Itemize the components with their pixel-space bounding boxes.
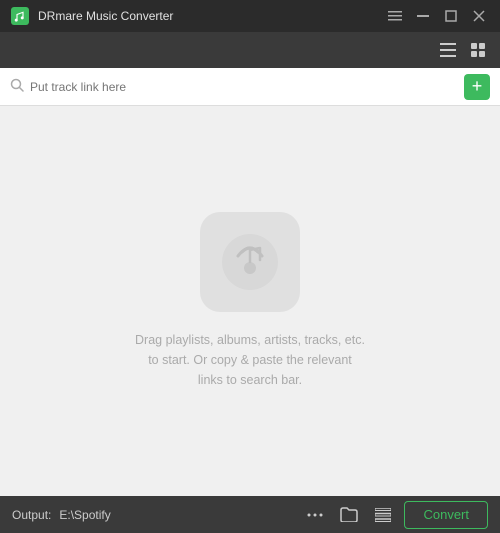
grid-icon[interactable] (466, 38, 490, 62)
folder-icon[interactable] (336, 502, 362, 528)
more-options-icon[interactable] (302, 502, 328, 528)
title-bar-controls (384, 5, 490, 27)
music-icon-box (200, 212, 300, 312)
bottom-bar: Output: E:\Spotify Convert (0, 496, 500, 533)
app-title: DRmare Music Converter (38, 9, 173, 23)
list-icon[interactable] (370, 502, 396, 528)
search-icon (10, 78, 24, 95)
app-icon (10, 6, 30, 26)
empty-state-text: Drag playlists, albums, artists, tracks,… (135, 330, 365, 390)
output-path: E:\Spotify (59, 508, 294, 522)
minimize-button[interactable] (412, 5, 434, 27)
output-label: Output: (12, 508, 51, 522)
toolbar (0, 32, 500, 68)
empty-state: Drag playlists, albums, artists, tracks,… (135, 212, 365, 390)
add-track-button[interactable]: + (464, 74, 490, 100)
main-content: Drag playlists, albums, artists, tracks,… (0, 106, 500, 496)
menu-icon[interactable] (436, 38, 460, 62)
maximize-button[interactable] (440, 5, 462, 27)
track-link-input[interactable] (30, 80, 458, 94)
close-button[interactable] (468, 5, 490, 27)
convert-button[interactable]: Convert (404, 501, 488, 529)
title-bar: DRmare Music Converter (0, 0, 500, 32)
title-bar-left: DRmare Music Converter (10, 6, 173, 26)
search-bar: + (0, 68, 500, 106)
menu-button[interactable] (384, 5, 406, 27)
